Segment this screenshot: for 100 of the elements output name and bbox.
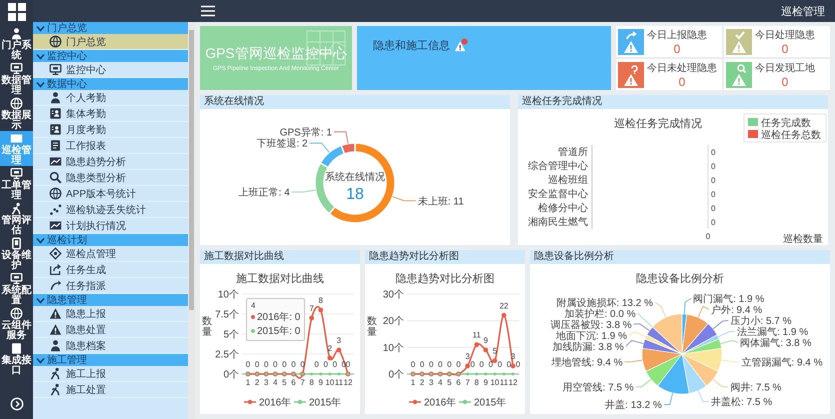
menu-item[interactable]: 巡检轨迹丢失统计 bbox=[33, 202, 188, 218]
section-header[interactable]: 门户总览 bbox=[33, 22, 188, 34]
menu-item[interactable]: 隐患类型分析 bbox=[33, 170, 188, 186]
axis-label: 巡检数量 bbox=[783, 234, 823, 245]
chart-title: 隐患趋势对比分析图 bbox=[396, 273, 494, 285]
data-label: 0 bbox=[282, 360, 287, 369]
data-label: 3 bbox=[336, 336, 342, 345]
tick-label: 12 bbox=[344, 378, 352, 387]
id-card-icon bbox=[49, 123, 62, 136]
data-label: 0 bbox=[291, 360, 296, 369]
section-label: 数据中心 bbox=[47, 78, 87, 91]
data-label: 11 bbox=[472, 330, 481, 340]
tick-label: 6 bbox=[456, 378, 461, 387]
menu-item[interactable]: 工作报表 bbox=[33, 138, 188, 154]
leader-line bbox=[663, 392, 674, 405]
menu-item[interactable]: 任务生成 bbox=[33, 262, 188, 278]
data-label: 3 bbox=[465, 352, 470, 361]
tick-label: 12 bbox=[508, 378, 518, 387]
panel-title: 施工数据对比曲线 bbox=[200, 250, 360, 264]
slice-label: 立管踢漏气 bbox=[741, 357, 792, 368]
rail-item[interactable]: 云组件服务 bbox=[0, 306, 33, 341]
arrow-icon bbox=[49, 279, 62, 292]
menu-item[interactable]: 月度考勤 bbox=[33, 122, 188, 138]
section-header[interactable]: 数据中心 bbox=[33, 78, 188, 90]
value-label: : 9.4 % bbox=[791, 357, 823, 368]
rail-item[interactable]: 管网评估 bbox=[0, 201, 33, 236]
notice-card[interactable]: 隐患和施工信息 bbox=[357, 26, 611, 90]
tick-label: 11 bbox=[334, 378, 344, 387]
slice-label: 井盖 bbox=[605, 400, 626, 412]
value-label: : 1 bbox=[320, 127, 332, 138]
data-point bbox=[474, 342, 480, 348]
category-label: 综合管理中心 bbox=[528, 161, 588, 172]
data-label: 0 bbox=[470, 360, 475, 369]
leader-line bbox=[624, 360, 643, 362]
rail-item[interactable]: 集成接口 bbox=[0, 341, 33, 376]
leader-line bbox=[712, 378, 729, 388]
chevron-icon bbox=[36, 236, 45, 244]
data-point bbox=[484, 372, 488, 376]
rail-label: 工单管理 bbox=[0, 180, 32, 200]
rail-item[interactable]: 门户系统 bbox=[0, 26, 33, 61]
section-header[interactable]: 巡检计划 bbox=[33, 234, 188, 246]
legend-label: 巡检任务总数 bbox=[761, 130, 821, 141]
data-point bbox=[318, 308, 324, 312]
stat-value: 0 bbox=[678, 74, 686, 88]
section-header[interactable]: 监控中心 bbox=[33, 50, 188, 62]
data-label: 0 bbox=[420, 360, 424, 369]
rail-item[interactable]: 工单管理 bbox=[0, 166, 33, 201]
legend-label: 2016年 bbox=[259, 398, 292, 408]
chevron-icon bbox=[36, 296, 45, 304]
data-point bbox=[466, 372, 470, 376]
menu-item[interactable]: 隐患上报 bbox=[33, 306, 188, 322]
tick-label: 3 bbox=[264, 378, 268, 387]
walker-icon bbox=[10, 202, 23, 214]
rail-label: 巡检管理 bbox=[0, 146, 32, 166]
tick-label: 1 bbox=[246, 378, 250, 387]
menu-icon[interactable] bbox=[201, 5, 215, 17]
menu-item[interactable]: 隐患处置 bbox=[33, 322, 188, 338]
menu-item[interactable]: 门户总览 bbox=[33, 34, 188, 50]
rail-label: 数据管理 bbox=[0, 76, 32, 96]
slice-label: 阀体漏气 bbox=[740, 338, 780, 349]
value-label: : 7.5 % bbox=[602, 382, 634, 394]
tick-label: 10 bbox=[490, 378, 500, 387]
value-label: : 1.9 % bbox=[777, 326, 808, 338]
menu-item[interactable]: 巡检点管理 bbox=[33, 246, 188, 262]
chart-title: 隐患设备比例分析 bbox=[636, 273, 724, 285]
slice-label: 压力小 bbox=[730, 316, 760, 327]
chevron-circle-icon[interactable] bbox=[10, 397, 24, 411]
rail-item[interactable]: 数据管理 bbox=[0, 61, 33, 96]
section-header[interactable]: 隐患管理 bbox=[33, 294, 188, 306]
legend-marker-icon bbox=[409, 400, 421, 404]
data-point bbox=[502, 312, 506, 318]
panel-title: 系统在线情况 bbox=[200, 95, 510, 109]
data-label: 7 bbox=[309, 304, 314, 313]
tick-label: 4 bbox=[273, 378, 278, 387]
menu-item[interactable]: APP版本号统计 bbox=[33, 186, 188, 202]
category-label: 管道所 bbox=[558, 147, 588, 158]
rail-item[interactable]: 设备维护 bbox=[0, 236, 33, 271]
legend-marker-icon bbox=[294, 400, 306, 404]
rail-item[interactable]: 数据展示 bbox=[0, 96, 33, 131]
data-point bbox=[336, 348, 342, 352]
tooltip-text: 2016年: 0 bbox=[257, 311, 300, 324]
rail-item[interactable]: 系统配置 bbox=[0, 271, 33, 306]
menu-item[interactable]: 施工处置 bbox=[33, 382, 188, 398]
data-point bbox=[475, 372, 478, 376]
menu-item[interactable]: 隐患趋势分析 bbox=[33, 154, 188, 170]
slice-label: 附属设施损坏 bbox=[556, 298, 616, 309]
scrollbar[interactable] bbox=[188, 22, 195, 419]
data-point bbox=[327, 356, 332, 360]
rail-label: 系统配置 bbox=[0, 286, 32, 306]
menu-item[interactable]: 集体考勤 bbox=[33, 106, 188, 122]
grid-icon[interactable] bbox=[6, 2, 26, 22]
section-header[interactable]: 施工管理 bbox=[33, 354, 188, 366]
data-label: 0 bbox=[346, 360, 350, 369]
value-label: : 9.4 % bbox=[591, 357, 623, 368]
monitor-icon bbox=[10, 166, 23, 180]
menu-item[interactable]: 个人考勤 bbox=[33, 90, 188, 106]
menu-item[interactable]: 施工上报 bbox=[33, 366, 188, 382]
slice-label: 调压器被毁 bbox=[550, 320, 601, 331]
tick-label: 2.5个 bbox=[215, 350, 239, 360]
section-label: 施工管理 bbox=[47, 354, 87, 367]
